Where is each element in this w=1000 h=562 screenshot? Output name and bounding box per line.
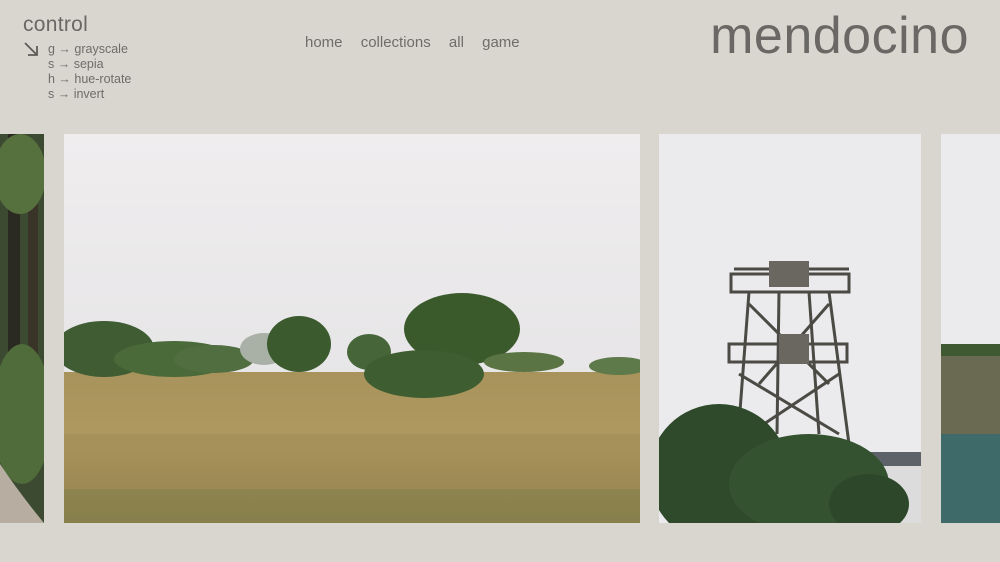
control-panel: control g → grayscale s → sepia h → hue-… xyxy=(23,13,131,101)
photo-gallery[interactable] xyxy=(0,134,1000,524)
photo-coastline[interactable] xyxy=(941,134,1000,523)
shortcut-hue-rotate: h → hue-rotate xyxy=(48,72,132,86)
photo-forest-path[interactable] xyxy=(0,134,44,523)
photo-foggy-meadow[interactable] xyxy=(64,134,640,523)
site-title[interactable]: mendocino xyxy=(710,6,969,66)
nav-game-link[interactable]: game xyxy=(482,34,520,51)
shortcut-sepia: s → sepia xyxy=(48,57,104,71)
nav-all-link[interactable]: all xyxy=(449,34,464,51)
photo-water-tower[interactable] xyxy=(659,134,921,523)
main-nav: home collections all game xyxy=(305,34,534,51)
control-title: control xyxy=(23,13,89,36)
nav-home-link[interactable]: home xyxy=(305,34,343,51)
shortcut-invert: s → invert xyxy=(48,87,105,101)
nav-collections-link[interactable]: collections xyxy=(361,34,431,51)
shortcut-grayscale: g → grayscale xyxy=(48,42,128,56)
arrow-down-right-icon xyxy=(24,42,38,56)
